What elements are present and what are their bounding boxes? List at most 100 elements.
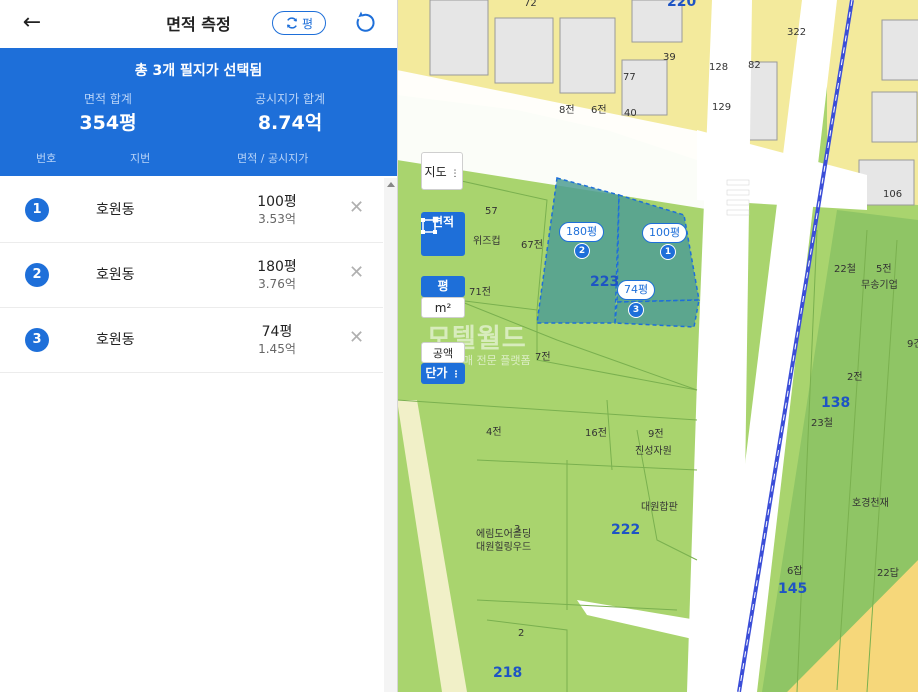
unit-m2-button[interactable]: m² xyxy=(421,297,465,318)
parcel-price: 3.76억 xyxy=(258,277,296,291)
price-type-unit-button[interactable]: 단가 ⋮ xyxy=(421,363,465,384)
arrow-left-icon: ← xyxy=(22,10,42,35)
parcel-number-badge: 2 xyxy=(25,263,49,287)
lot-label: 7전 xyxy=(535,351,551,363)
parcel-number-badge: 1 xyxy=(25,198,49,222)
area-mode-button[interactable]: 면적 xyxy=(421,212,465,256)
area-measure-panel: ← 면적 측정 평 총 3개 필지가 선택됨 면적 합계 354평 공시지가 합… xyxy=(0,0,398,692)
remove-parcel-button[interactable]: ✕ xyxy=(349,327,364,348)
block-number: 145 xyxy=(778,581,807,597)
price-total-label: 공시지가 합계 xyxy=(254,92,326,106)
lot-label: 호경천재 xyxy=(852,496,889,509)
parcel-dong: 호원동 xyxy=(96,332,135,348)
parcel-number-badge: 3 xyxy=(25,328,49,352)
area-total-label: 면적 합계 xyxy=(84,92,132,106)
panel-header: ← 면적 측정 평 xyxy=(0,0,397,48)
list-item[interactable]: 2 호원동 180평 3.76억 ✕ xyxy=(0,243,383,308)
lot-label: 9건 xyxy=(907,338,918,350)
lot-label: 5전 xyxy=(876,263,892,275)
lot-label: 322 xyxy=(787,27,806,38)
lot-label: 22철 xyxy=(834,263,856,275)
close-icon: ✕ xyxy=(349,197,365,218)
lot-label: 22답 xyxy=(877,567,899,579)
column-header-no: 번호 xyxy=(36,152,57,165)
more-icon: ⋮ xyxy=(451,370,461,380)
block-number: 222 xyxy=(611,522,640,538)
area-total-value: 354평 xyxy=(79,112,137,134)
area-total: 면적 합계 354평 xyxy=(28,90,188,135)
lot-label: 82 xyxy=(748,60,761,71)
parcel-dong: 호원동 xyxy=(96,202,135,218)
selection-summary: 총 3개 필지가 선택됨 면적 합계 354평 공시지가 합계 8.74억 번호… xyxy=(0,48,397,176)
selected-count-text: 총 3개 필지가 선택됨 xyxy=(134,63,263,79)
page-title: 면적 측정 xyxy=(166,15,231,34)
parcel-price: 1.45억 xyxy=(258,342,296,356)
lot-label: 77 xyxy=(623,72,636,83)
lot-label: 무송기업 xyxy=(861,278,898,291)
price-type-unit-label: 단가 xyxy=(425,366,448,380)
parcel-1-area-tag[interactable]: 100평 xyxy=(642,223,688,243)
lot-label: 16전 xyxy=(585,427,607,439)
block-number: 138 xyxy=(821,395,850,411)
refresh-icon xyxy=(286,17,298,29)
remove-parcel-button[interactable]: ✕ xyxy=(349,197,364,218)
area-measure-icon xyxy=(421,218,437,234)
list-item[interactable]: 1 호원동 100평 3.53억 ✕ xyxy=(0,178,383,243)
lot-label: 23철 xyxy=(811,417,833,429)
lot-label: 2전 xyxy=(847,371,863,383)
parcel-2-marker[interactable]: 2 xyxy=(574,243,590,259)
lot-label: 67전 xyxy=(521,239,543,251)
block-number: 223 xyxy=(590,274,619,290)
scrollbar[interactable] xyxy=(384,178,397,692)
parcel-3-marker[interactable]: 3 xyxy=(628,302,644,318)
cadastral-map[interactable]: 72 39 322 82 128 77 129 6전 40 8전 106 57 … xyxy=(397,0,918,692)
close-icon: ✕ xyxy=(349,262,365,283)
scroll-up-arrow-icon[interactable] xyxy=(387,182,395,187)
lot-label: 129 xyxy=(712,102,731,113)
reset-icon xyxy=(356,11,375,32)
remove-parcel-button[interactable]: ✕ xyxy=(349,262,364,283)
parcel-dong: 호원동 xyxy=(96,267,135,283)
lot-label: 128 xyxy=(709,62,728,73)
back-button[interactable]: ← xyxy=(18,10,46,38)
parcel-2-area-tag[interactable]: 180평 xyxy=(559,222,605,242)
parcel-price: 3.53억 xyxy=(258,212,296,226)
lot-label: 39 xyxy=(663,52,676,63)
lot-label: 9전 xyxy=(648,428,664,440)
map-type-label: 지도 xyxy=(424,165,447,179)
price-total-value: 8.74억 xyxy=(257,112,323,134)
block-number: 218 xyxy=(493,665,522,681)
lot-label: 6잡 xyxy=(787,565,803,577)
unit-toggle-button[interactable]: 평 xyxy=(272,11,326,35)
lot-label: 72 xyxy=(524,0,537,9)
reset-button[interactable] xyxy=(352,10,378,36)
parcel-area: 74평 xyxy=(261,324,293,340)
close-icon: ✕ xyxy=(349,327,365,348)
lot-label: 2 xyxy=(518,628,524,639)
lot-label: 4전 xyxy=(486,426,502,438)
parcel-area: 180평 xyxy=(257,259,297,275)
lot-label: 진성자원 xyxy=(635,445,672,457)
block-number: 220 xyxy=(667,0,696,10)
parcel-3-area-tag[interactable]: 74평 xyxy=(617,280,656,300)
unit-pyeong-button[interactable]: 평 xyxy=(421,276,465,297)
column-header-area-price: 면적 / 공시지가 xyxy=(237,152,309,165)
lot-label: 106 xyxy=(883,189,902,200)
lot-label: 에림도어골딩 xyxy=(476,528,531,540)
map-type-button[interactable]: 지도 ⋮ xyxy=(421,152,463,190)
parcel-area: 100평 xyxy=(257,194,297,210)
price-type-total-button[interactable]: 공액 xyxy=(421,342,465,363)
parcel-list: 1 호원동 100평 3.53억 ✕ 2 호원동 180평 3.76억 ✕ 3 … xyxy=(0,178,383,373)
column-header-lot: 지번 xyxy=(130,152,151,165)
lot-label: 6전 xyxy=(591,104,607,116)
lot-label: 대원힐링우드 xyxy=(476,540,531,553)
lot-label: 57 xyxy=(485,206,498,217)
unit-toggle-label: 평 xyxy=(301,16,314,31)
lot-label: 40 xyxy=(624,108,637,119)
lot-label: 8전 xyxy=(559,104,575,116)
lot-label: 위즈컵 xyxy=(473,234,501,247)
more-icon: ⋮ xyxy=(450,169,460,179)
parcel-1-marker[interactable]: 1 xyxy=(660,244,676,260)
lot-label: 대원합판 xyxy=(641,501,678,513)
list-item[interactable]: 3 호원동 74평 1.45억 ✕ xyxy=(0,308,383,373)
